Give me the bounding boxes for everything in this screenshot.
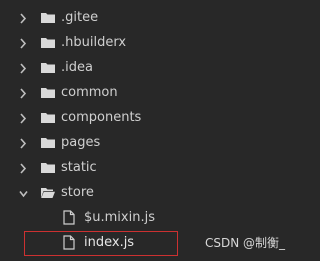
- chevron-down-icon[interactable]: [19, 188, 28, 199]
- file-icon: [63, 235, 75, 250]
- tree-item-common[interactable]: common: [0, 81, 303, 106]
- tree-item-hbuilderx[interactable]: .hbuilderx: [0, 31, 303, 56]
- tree-item-u-mixin-js[interactable]: $u.mixin.js: [0, 206, 303, 231]
- tree-item-label: store: [61, 185, 94, 200]
- chevron-right-icon[interactable]: [19, 63, 28, 74]
- tree-item-gitee[interactable]: .gitee: [0, 6, 303, 31]
- chevron-right-icon[interactable]: [19, 13, 28, 24]
- folder-icon: [41, 88, 55, 98]
- file-tree: .gitee .hbuilderx .idea common component…: [0, 0, 303, 261]
- chevron-right-icon[interactable]: [19, 113, 28, 124]
- chevron-right-icon[interactable]: [19, 138, 28, 149]
- tree-item-components[interactable]: components: [0, 106, 303, 131]
- tree-item-store[interactable]: store: [0, 181, 303, 206]
- folder-icon: [41, 13, 55, 23]
- folder-icon: [41, 138, 55, 148]
- tree-item-label: pages: [61, 135, 101, 150]
- tree-item-label: components: [61, 110, 142, 125]
- folder-open-icon: [41, 188, 55, 198]
- tree-item-label: static: [61, 160, 97, 175]
- tree-item-pages[interactable]: pages: [0, 131, 303, 156]
- folder-icon: [41, 113, 55, 123]
- chevron-right-icon[interactable]: [19, 88, 28, 99]
- chevron-right-icon[interactable]: [19, 38, 28, 49]
- tree-item-label: $u.mixin.js: [84, 210, 155, 225]
- tree-item-label: .hbuilderx: [61, 35, 127, 50]
- chevron-right-icon[interactable]: [19, 163, 28, 174]
- folder-icon: [41, 163, 55, 173]
- tree-item-label: common: [61, 85, 118, 100]
- file-icon: [63, 210, 75, 225]
- folder-icon: [41, 63, 55, 73]
- tree-item-static[interactable]: static: [0, 156, 303, 181]
- folder-icon: [41, 38, 55, 48]
- tree-item-label: .gitee: [61, 10, 99, 25]
- tree-item-label: index.js: [84, 235, 135, 250]
- tree-item-label: .idea: [61, 60, 93, 75]
- watermark: CSDN @制衡_: [205, 236, 286, 250]
- tree-item-idea[interactable]: .idea: [0, 56, 303, 81]
